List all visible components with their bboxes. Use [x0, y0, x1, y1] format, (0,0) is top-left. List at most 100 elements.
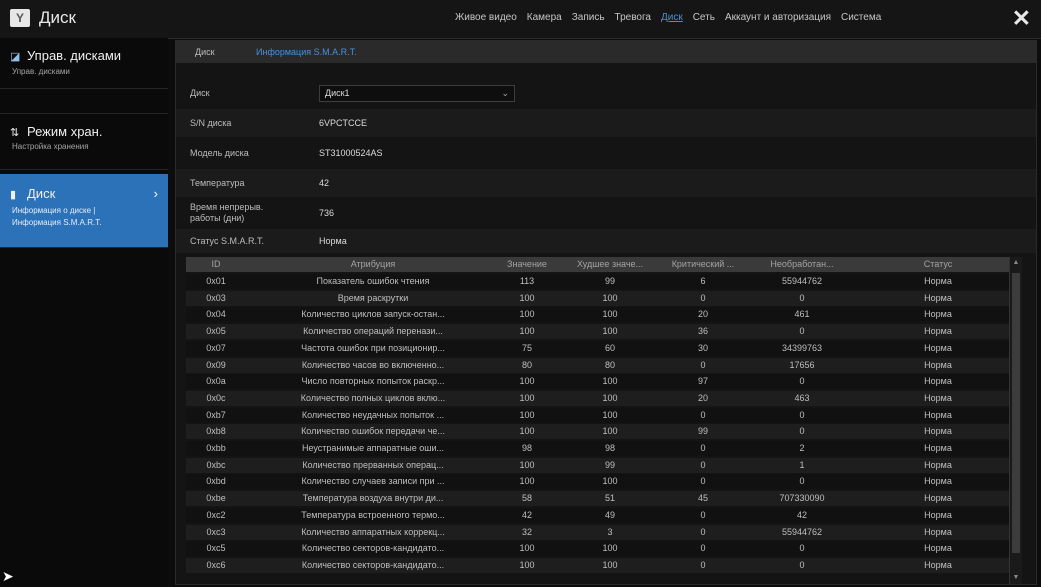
cell-worst: 51: [604, 493, 615, 504]
cell-threshold: 36: [697, 326, 708, 337]
table-row[interactable]: 0xbd Количество случаев записи при ... 100…: [186, 474, 1022, 490]
cell-value: 98: [521, 443, 532, 453]
sidebar-item-storage-mode[interactable]: ⇅ Режим хран. Настройка хранения: [0, 113, 168, 170]
scroll-up-icon[interactable]: ▲: [1010, 257, 1022, 269]
field-row-temperature: Температура 42: [176, 169, 1036, 197]
column-header-worst[interactable]: Худшее значе...: [562, 257, 658, 272]
field-row-smart-status: Статус S.M.A.R.T. Норма: [176, 229, 1036, 253]
cell-attribute: Температура встроенного термо...: [301, 509, 445, 520]
disk-management-icon: ◪: [10, 51, 21, 63]
cell-attribute: Температура воздуха внутри ди...: [302, 493, 444, 504]
field-row-serial: S/N диска 6VPCTCCE: [176, 109, 1036, 137]
table-row[interactable]: 0xc3 Количество аппаратных коррекц... 32 3 0…: [186, 524, 1022, 540]
table-scrollbar[interactable]: ▲ ▼: [1009, 257, 1022, 584]
cell-value: 113: [519, 276, 535, 286]
cell-raw: 34399763: [781, 342, 823, 353]
cell-worst: 100: [602, 326, 618, 337]
nav-item-3[interactable]: Тревога: [615, 12, 651, 23]
cell-id: 0x07: [206, 342, 226, 353]
breadcrumb-disk[interactable]: Диск: [195, 41, 215, 63]
table-row[interactable]: 0xb7 Количество неудачных попыток ... 100 1…: [186, 407, 1022, 423]
table-row[interactable]: 0xbe Температура воздуха внутри ди... 58 51…: [186, 491, 1022, 507]
nav-item-4[interactable]: Диск: [661, 12, 683, 23]
cell-raw: 0: [799, 426, 805, 437]
cell-value: 100: [519, 376, 535, 387]
cell-threshold: 0: [700, 459, 706, 470]
table-row[interactable]: 0xc6 Количество секторов-кандидато... 100 1…: [186, 557, 1022, 573]
sidebar-subitem-disk-info[interactable]: Информация о диске |: [12, 206, 95, 215]
cell-status: Норма: [924, 543, 952, 554]
chevron-right-icon: ›: [153, 186, 158, 201]
cell-value: 100: [519, 409, 535, 420]
table-row[interactable]: 0x07 Частота ошибок при позиционир... 75 60…: [186, 340, 1022, 356]
cell-id: 0x0a: [206, 376, 226, 387]
cell-status: Норма: [924, 493, 952, 504]
table-row[interactable]: 0x03 Время раскрутки 100 100 0 0 Норма: [186, 290, 1022, 306]
sidebar-item-disk-management[interactable]: ◪ Управ. дисками Управ. дисками: [0, 38, 168, 89]
nav-item-1[interactable]: Камера: [527, 12, 562, 23]
cell-id: 0xbd: [206, 476, 226, 487]
table-row[interactable]: 0xc5 Количество секторов-кандидато... 100 1…: [186, 541, 1022, 557]
cell-worst: 100: [602, 409, 618, 420]
table-row[interactable]: 0x0c Количество полных циклов вклю... 100 1…: [186, 390, 1022, 406]
sidebar-subitem-disk-management[interactable]: Управ. дисками: [12, 67, 70, 76]
cell-id: 0xc2: [206, 509, 226, 520]
scroll-thumb[interactable]: [1012, 273, 1020, 553]
cell-attribute: Количество часов во включенно...: [301, 359, 445, 370]
table-header-row: ID Атрибуция Значение Худшее значе... Критич…: [186, 257, 1022, 272]
table-row[interactable]: 0xbb Неустранимые аппаратные оши... 98 98 0 2…: [186, 441, 1022, 456]
cell-status: Норма: [924, 276, 952, 286]
cell-raw: 0: [799, 376, 805, 387]
cell-attribute: Количество циклов запуск-остан...: [301, 309, 445, 320]
table-row[interactable]: 0x04 Количество циклов запуск-остан... 100…: [186, 307, 1022, 323]
cell-worst: 100: [602, 559, 618, 570]
cell-attribute: Показатель ошибок чтения: [316, 276, 430, 286]
cell-value: 32: [521, 526, 532, 537]
cell-worst: 98: [604, 443, 615, 453]
breadcrumb-smart-info[interactable]: Информация S.M.A.R.T.: [256, 41, 357, 63]
table-row[interactable]: 0x09 Количество часов во включенно... 80 80…: [186, 357, 1022, 373]
cell-worst: 3: [607, 526, 613, 537]
sidebar-item-disk[interactable]: ▮ Диск › Информация о диске | Информация …: [0, 174, 168, 248]
table-row[interactable]: 0x05 Количество операций перенази... 100 10…: [186, 324, 1022, 340]
cell-worst: 60: [604, 342, 615, 353]
column-header-raw[interactable]: Необработан...: [748, 257, 856, 272]
serial-label: S/N диска: [190, 118, 232, 128]
nav-item-6[interactable]: Аккаунт и авторизация: [725, 12, 831, 23]
table-row[interactable]: 0x0a Число повторных попыток раскр... 100 1…: [186, 374, 1022, 390]
cell-threshold: 0: [700, 292, 706, 303]
sidebar-subitem-storage-settings[interactable]: Настройка хранения: [12, 142, 89, 151]
field-row-disk: Диск Диск1 ⌄: [176, 79, 1036, 107]
nav-item-2[interactable]: Запись: [572, 12, 605, 23]
cell-id: 0x09: [206, 359, 226, 370]
table-row[interactable]: 0xb8 Количество ошибок передачи че... 100 1…: [186, 424, 1022, 440]
cell-worst: 100: [602, 392, 618, 403]
cell-value: 100: [519, 309, 535, 320]
main-nav: Живое видео Камера Запись Тревога Диск Сеть Ак…: [455, 12, 891, 23]
cell-value: 100: [519, 476, 535, 487]
disk-label: Диск: [190, 88, 210, 98]
cell-status: Норма: [924, 509, 952, 520]
disk-select[interactable]: Диск1 ⌄: [319, 85, 515, 102]
nav-item-7[interactable]: Система: [841, 12, 881, 23]
sidebar-subitem-smart-info[interactable]: Информация S.M.A.R.T.: [12, 218, 101, 227]
disk-select-value: Диск1: [325, 88, 350, 98]
nav-item-5[interactable]: Сеть: [693, 12, 715, 23]
cell-value: 100: [519, 392, 535, 403]
cell-threshold: 0: [700, 509, 706, 520]
column-header-status[interactable]: Статус: [886, 257, 990, 272]
column-header-id[interactable]: ID: [186, 257, 246, 272]
table-row[interactable]: 0x01 Показатель ошибок чтения 113 99 6 559447…: [186, 274, 1022, 289]
column-header-threshold[interactable]: Критический ...: [658, 257, 748, 272]
cell-raw: 0: [799, 409, 805, 420]
close-icon[interactable]: ✕: [1012, 4, 1031, 32]
cell-raw: 55944762: [781, 526, 823, 537]
column-header-value[interactable]: Значение: [492, 257, 562, 272]
sidebar: ◪ Управ. дисками Управ. дисками ⇅ Режим хр…: [0, 38, 168, 587]
column-header-attribute[interactable]: Атрибуция: [254, 257, 492, 272]
cell-threshold: 6: [700, 276, 706, 286]
table-row[interactable]: 0xbc Количество прерванных операц... 100 99…: [186, 457, 1022, 473]
scroll-down-icon[interactable]: ▼: [1010, 572, 1022, 584]
table-row[interactable]: 0xc2 Температура встроенного термо... 42 49…: [186, 507, 1022, 523]
nav-item-0[interactable]: Живое видео: [455, 12, 517, 23]
